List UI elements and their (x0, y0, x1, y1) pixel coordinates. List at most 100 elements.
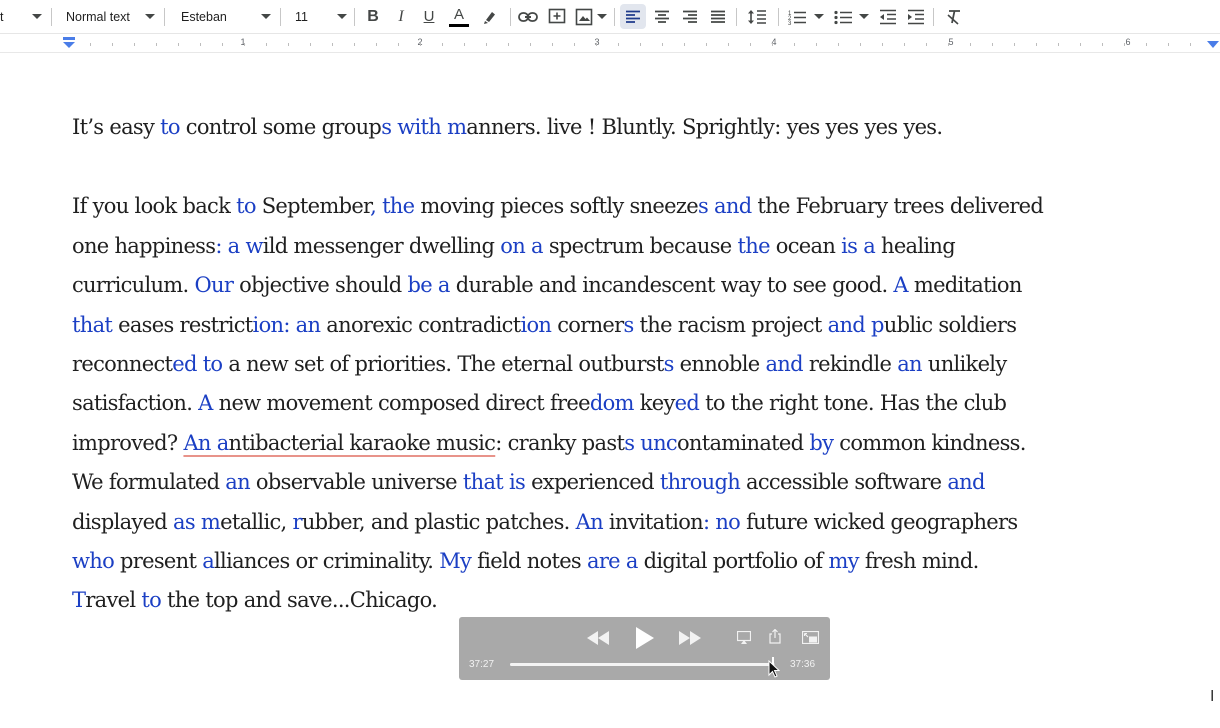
scrub-bar-progress (510, 663, 773, 666)
text-run: anners. live ! Bluntly. Sprightly: yes y… (466, 115, 943, 139)
text-run: observable universe (249, 470, 463, 495)
text-run: to (160, 115, 180, 139)
play-icon[interactable] (633, 624, 657, 652)
airplay-icon[interactable] (735, 628, 753, 646)
ruler-tick (442, 43, 443, 46)
paragraph-style-dropdown[interactable]: Normal text (66, 0, 146, 33)
ruler-tick (574, 43, 575, 46)
font-size-dropdown[interactable]: 11 (295, 0, 325, 33)
text-cursor-icon: I (1210, 688, 1215, 705)
text-run: : a w (215, 233, 263, 258)
ruler-tick (684, 43, 685, 46)
chevron-down-icon[interactable] (858, 0, 870, 33)
bulleted-list-icon[interactable] (831, 0, 855, 33)
italic-icon[interactable]: I (390, 0, 412, 33)
ruler-tick (420, 43, 421, 46)
increase-indent-icon[interactable] (904, 0, 928, 33)
text-run: satisfaction. (72, 391, 199, 416)
text-run: September (255, 194, 371, 219)
comment-icon[interactable] (545, 0, 569, 33)
text-run: to the right tone. Has the club (699, 391, 1007, 416)
toolbar-divider (280, 8, 281, 26)
justify-icon[interactable] (705, 0, 731, 33)
text-run: We formulated (72, 470, 226, 495)
text-run: an (897, 351, 922, 376)
text-run: spectrum because (542, 233, 738, 258)
ruler-tick (266, 43, 267, 46)
text-run: r (292, 509, 302, 534)
text-run: and (714, 194, 752, 219)
text-run: A (893, 273, 908, 298)
text-run: the (382, 194, 415, 219)
ruler-tick (904, 43, 905, 46)
text-run: durable and incandescent way to see good… (449, 273, 894, 298)
text-run: to (141, 588, 162, 613)
text-run: If you look back (72, 194, 237, 219)
scrub-bar[interactable] (510, 663, 775, 666)
highlight-icon[interactable] (478, 0, 502, 33)
image-icon[interactable] (572, 0, 596, 33)
right-indent-marker[interactable] (1207, 41, 1219, 49)
text-run: s unc (624, 430, 677, 455)
text-run: healing (875, 233, 956, 258)
text-run: and (765, 351, 803, 376)
chevron-down-icon[interactable] (596, 0, 608, 33)
text-run: ublic soldiers (883, 312, 1017, 337)
text-run: ravel (85, 588, 142, 613)
chevron-down-icon[interactable] (144, 0, 156, 33)
zoom-dropdown-partial[interactable]: t (0, 0, 10, 33)
text-line: If you look back to September, the movin… (72, 187, 1220, 226)
numbered-list-icon[interactable]: 123 (785, 0, 809, 33)
text-run: be a (407, 273, 450, 298)
rewind-icon[interactable] (585, 627, 611, 649)
text-run: etallic, (220, 509, 293, 534)
document-body[interactable]: It’s easy to control some groups with ma… (72, 108, 1220, 621)
ruler-tick (508, 43, 509, 46)
ruler-tick (244, 43, 245, 46)
text-run: ild messenger dwelling (262, 233, 501, 258)
link-icon[interactable] (516, 0, 540, 33)
text-run: is a (841, 233, 876, 258)
mouse-pointer-icon (768, 660, 780, 678)
line-spacing-icon[interactable] (743, 0, 771, 33)
chevron-down-icon[interactable] (336, 0, 348, 33)
text-run: s (663, 351, 675, 376)
font-dropdown[interactable]: Esteban (181, 0, 261, 33)
text-run: ed to (172, 351, 223, 376)
decrease-indent-icon[interactable] (876, 0, 900, 33)
toolbar-divider (51, 8, 52, 26)
picture-in-picture-icon[interactable] (800, 628, 820, 646)
align-right-icon[interactable] (677, 0, 703, 33)
align-center-icon[interactable] (649, 0, 675, 33)
ruler-tick (486, 43, 487, 46)
ruler-tick (1014, 43, 1015, 46)
text-run: ontaminated (676, 430, 810, 455)
clear-formatting-icon[interactable] (942, 0, 966, 33)
ruler-tick (618, 43, 619, 46)
text-color-icon[interactable]: A (447, 0, 471, 33)
fast-forward-icon[interactable] (677, 627, 703, 649)
bold-icon[interactable]: B (362, 0, 384, 33)
toolbar-divider (778, 8, 779, 26)
underline-icon[interactable]: U (418, 0, 440, 33)
toolbar-divider (614, 8, 615, 26)
ruler-tick (398, 43, 399, 46)
text-run: experienced (525, 470, 660, 495)
ruler-tick (1124, 43, 1125, 46)
chevron-down-icon[interactable] (813, 0, 825, 33)
chevron-down-icon[interactable] (260, 0, 272, 33)
ruler-tick (552, 43, 553, 46)
text-run: as m (173, 509, 221, 534)
text-line: curriculum. Our objective should be a du… (72, 266, 1220, 305)
text-run: T (72, 588, 86, 613)
text-run: objective should (233, 273, 408, 298)
text-run: ubber, and plastic patches. (301, 509, 576, 534)
ruler-tick (530, 43, 531, 46)
share-icon[interactable] (766, 627, 784, 645)
chevron-down-icon[interactable] (31, 0, 43, 33)
left-indent-marker[interactable] (62, 37, 76, 49)
text-run: eases restrict (112, 312, 253, 337)
ruler[interactable]: 123456 (0, 33, 1220, 53)
text-run: that is (462, 470, 526, 495)
align-left-icon[interactable] (620, 4, 646, 29)
